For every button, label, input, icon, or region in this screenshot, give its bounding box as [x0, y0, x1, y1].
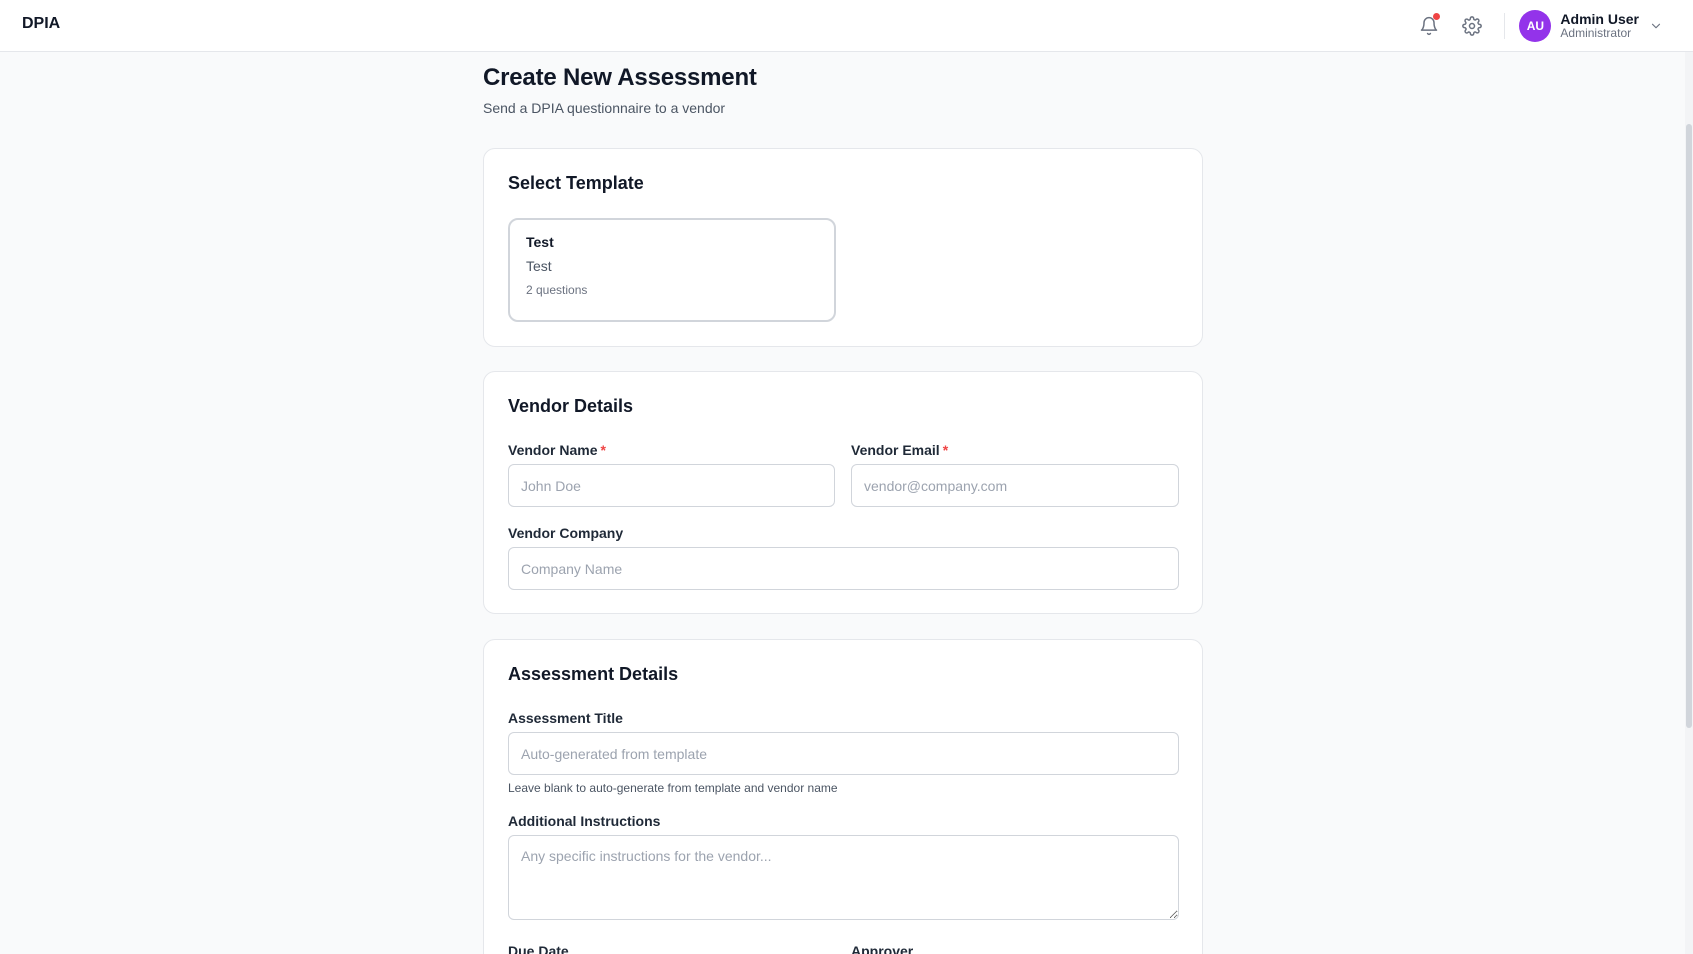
page-subtitle: Send a DPIA questionnaire to a vendor — [483, 100, 726, 116]
vendor-email-input[interactable] — [851, 464, 1179, 507]
vendor-details-title: Vendor Details — [508, 396, 634, 416]
template-question-count: 2 questions — [526, 283, 588, 297]
settings-button[interactable] — [1454, 8, 1490, 44]
select-template-title: Select Template — [508, 173, 644, 193]
vendor-name-label-text: Vendor Name — [508, 442, 598, 458]
assessment-title-input[interactable] — [508, 732, 1179, 775]
assessment-title-label: Assessment Title — [508, 710, 623, 726]
page-title: Create New Assessment — [483, 64, 757, 91]
template-description: Test — [526, 258, 552, 274]
assessment-title-hint: Leave blank to auto-generate from templa… — [508, 781, 838, 795]
approver-label: Approver — [851, 943, 914, 954]
instructions-label: Additional Instructions — [508, 813, 661, 829]
scrollbar-thumb[interactable] — [1686, 124, 1692, 728]
user-name: Admin User — [1560, 11, 1639, 28]
due-date-label: Due Date — [508, 943, 569, 954]
assessment-details-title: Assessment Details — [508, 664, 679, 684]
vendor-company-input[interactable] — [508, 547, 1179, 590]
top-bar: DPIA AU Admin User Administrator — [0, 0, 1693, 52]
top-bar-actions: AU Admin User Administrator — [1404, 8, 1663, 44]
notifications-button[interactable] — [1411, 8, 1447, 44]
vendor-name-input[interactable] — [508, 464, 835, 507]
avatar: AU — [1519, 10, 1552, 42]
required-marker: * — [942, 442, 949, 458]
vendor-company-label: Vendor Company — [508, 525, 624, 541]
user-role: Administrator — [1560, 26, 1632, 41]
vendor-email-label-text: Vendor Email — [851, 442, 940, 458]
vendor-details-card: Vendor Details Vendor Name* Vendor Email… — [483, 371, 1203, 614]
vendor-email-label: Vendor Email * — [851, 442, 948, 458]
template-card-test[interactable]: Test Test 2 questions — [508, 218, 836, 322]
instructions-textarea[interactable] — [508, 835, 1179, 920]
required-marker: * — [600, 442, 606, 458]
gear-icon — [1462, 16, 1483, 36]
brand-logo[interactable]: DPIA — [22, 15, 60, 33]
user-menu[interactable]: AU Admin User Administrator — [1519, 10, 1663, 42]
select-template-card: Select Template Test Test 2 questions — [483, 148, 1203, 347]
main-content: Create New Assessment Send a DPIA questi… — [483, 52, 1203, 954]
user-info: Admin User Administrator — [1560, 11, 1639, 41]
template-name: Test — [526, 234, 554, 250]
vendor-name-label: Vendor Name * — [508, 442, 606, 458]
assessment-details-card: Assessment Details Assessment Title Leav… — [483, 639, 1203, 954]
chevron-down-icon — [1651, 23, 1661, 29]
header-divider — [1504, 13, 1506, 39]
